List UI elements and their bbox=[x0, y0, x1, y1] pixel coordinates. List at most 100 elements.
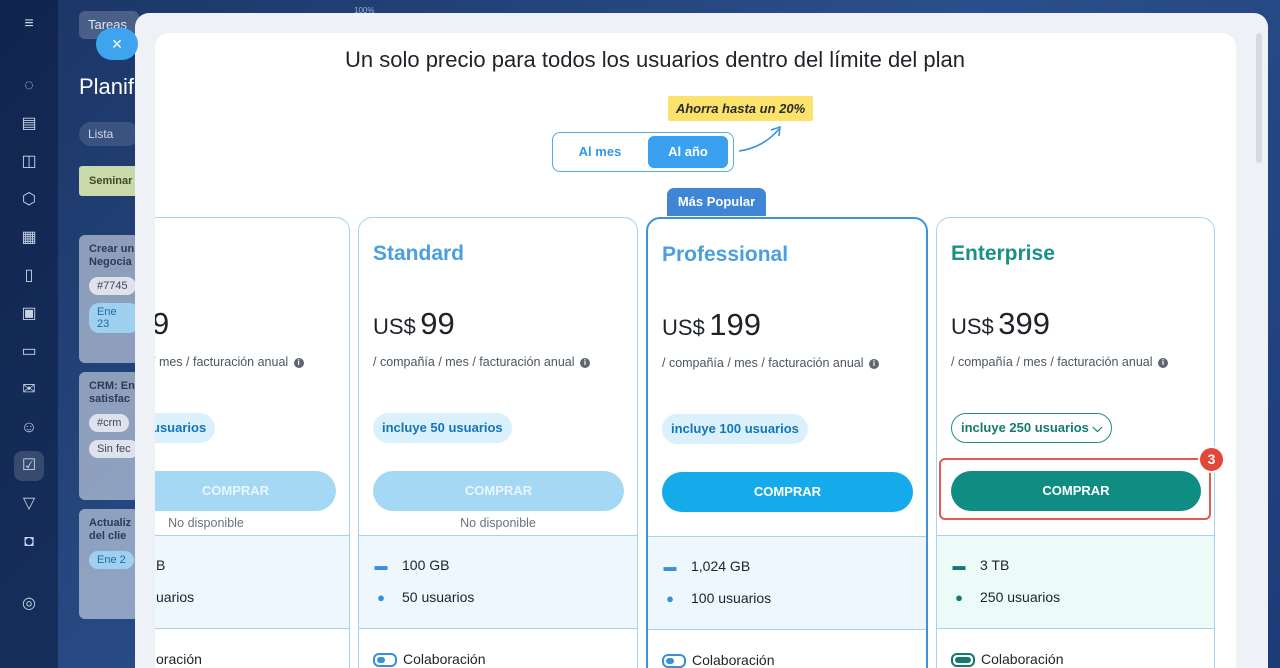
users-feature: ● 50 usuarios bbox=[373, 589, 474, 605]
users-selector-dropdown[interactable]: incluye 250 usuarios ⌵ bbox=[951, 413, 1113, 443]
collaboration-feature: Colaboración bbox=[662, 652, 775, 668]
robot-icon[interactable]: ◘ bbox=[19, 532, 39, 552]
menu-icon[interactable]: ≡ bbox=[19, 14, 39, 34]
billing-note-text: / compañía / mes / facturación anual bbox=[373, 355, 575, 369]
calendar-icon[interactable]: ▦ bbox=[19, 228, 39, 248]
storage-icon: ▬ bbox=[663, 559, 677, 574]
plan-card-enterprise: Enterprise US$ 399 / compañía / mes / fa… bbox=[936, 217, 1215, 668]
collaboration-feature: oración bbox=[156, 651, 202, 667]
step-highlight-box bbox=[939, 458, 1211, 520]
billing-note: / compañía / mes / facturación anual i bbox=[662, 356, 879, 370]
plan-name: Professional bbox=[662, 243, 789, 266]
toggle-icon bbox=[373, 653, 397, 668]
collaboration-feature: Colaboración bbox=[951, 651, 1064, 668]
toggle-yearly[interactable]: Al año bbox=[648, 136, 728, 168]
info-icon[interactable]: i bbox=[1157, 357, 1168, 368]
info-icon[interactable]: i bbox=[579, 357, 590, 368]
view-list-pill[interactable]: Lista bbox=[79, 122, 139, 146]
plan-features: ▬ 1,024 GB ● 100 usuarios bbox=[648, 536, 926, 630]
step-number-badge: 3 bbox=[1198, 446, 1225, 473]
toggle-icon bbox=[662, 654, 686, 668]
storage-icon: ▬ bbox=[374, 558, 388, 573]
billing-note-text: / mes / facturación anual bbox=[155, 355, 289, 369]
task-card-date: Sin fec bbox=[89, 440, 139, 458]
card-icon[interactable]: ▭ bbox=[19, 342, 39, 362]
activity-icon[interactable]: ◌ bbox=[19, 76, 39, 96]
task-card[interactable]: CRM: En satisfac #crm Sin fec bbox=[79, 372, 139, 500]
plan-price: US$ 199 bbox=[662, 307, 761, 343]
task-card-date: Ene 2 bbox=[89, 551, 134, 569]
task-card-tag: #7745 bbox=[89, 277, 136, 295]
chat-icon[interactable]: ◫ bbox=[19, 152, 39, 172]
price-amount: 99 bbox=[420, 306, 455, 341]
tasks-icon[interactable]: ☑ bbox=[14, 451, 44, 481]
task-card-title: Crear un bbox=[89, 243, 135, 255]
price-amount: 9 bbox=[155, 306, 169, 341]
plan-features: ▬ 3 TB ● 250 usuarios bbox=[937, 535, 1214, 629]
buy-button[interactable]: COMPRAR bbox=[155, 471, 336, 511]
price-amount: 399 bbox=[998, 306, 1050, 341]
settings-icon[interactable]: ◎ bbox=[19, 594, 39, 614]
task-card-title: Actualiz bbox=[89, 517, 132, 529]
billing-period-toggle: Al mes Al año bbox=[552, 132, 734, 172]
plan-price: 9 bbox=[155, 306, 169, 342]
price-currency: US$ bbox=[662, 315, 705, 340]
users-feature: ● 250 usuarios bbox=[951, 589, 1060, 605]
savings-badge: Ahorra hasta un 20% bbox=[668, 96, 813, 121]
storage-feature: ▬ 100 GB bbox=[374, 557, 450, 573]
users-included-pill: incluye 100 usuarios bbox=[662, 414, 808, 444]
task-card[interactable]: Crear un Negocia #7745 Ene 23 bbox=[79, 235, 139, 363]
close-button[interactable]: × bbox=[96, 28, 138, 60]
task-card-title: del clie bbox=[89, 530, 127, 542]
mail-icon[interactable]: ✉ bbox=[19, 380, 39, 400]
modal-scrollbar[interactable] bbox=[1256, 33, 1262, 163]
price-currency: US$ bbox=[373, 314, 416, 339]
billing-note: / compañía / mes / facturación anual i bbox=[951, 355, 1168, 369]
billing-note-text: / compañía / mes / facturación anual bbox=[662, 356, 864, 370]
plan-price: US$ 399 bbox=[951, 306, 1050, 342]
users-feature: ● 100 usuarios bbox=[662, 590, 771, 606]
plan-card-basic: 9 / mes / facturación anual i usuarios C… bbox=[155, 217, 350, 668]
task-card-title: Negocia bbox=[89, 256, 132, 268]
billing-note-text: / compañía / mes / facturación anual bbox=[951, 355, 1153, 369]
left-sidebar: ≡ ◌ ▤ ◫ ⬡ ▦ ▯ ▣ ▭ ✉ ☺ ☑ ▽ ◘ ◎ bbox=[0, 0, 58, 668]
billing-note: / compañía / mes / facturación anual i bbox=[373, 355, 590, 369]
plan-name: Standard bbox=[373, 242, 465, 265]
users-included-pill: incluye 50 usuarios bbox=[373, 413, 512, 443]
users-feature: uarios bbox=[156, 589, 195, 605]
not-available-label: No disponible bbox=[168, 516, 244, 530]
billing-note: / mes / facturación anual i bbox=[155, 355, 304, 369]
plan-features: ▬ 100 GB ● 50 usuarios bbox=[359, 535, 637, 629]
pricing-modal: Un solo precio para todos los usuarios d… bbox=[155, 33, 1236, 668]
chevron-down-icon: ⌵ bbox=[1092, 420, 1103, 435]
storage-feature: B bbox=[156, 557, 166, 573]
collaboration-feature: Colaboración bbox=[373, 651, 486, 668]
task-card[interactable]: Actualiz del clie Ene 2 bbox=[79, 509, 139, 619]
toggle-monthly[interactable]: Al mes bbox=[559, 136, 641, 168]
storage-feature: ▬ 1,024 GB bbox=[663, 558, 751, 574]
feed-icon[interactable]: ▤ bbox=[19, 114, 39, 134]
info-icon[interactable]: i bbox=[293, 357, 304, 368]
toggle-icon bbox=[951, 653, 975, 668]
not-available-label: No disponible bbox=[460, 516, 536, 530]
hexagon-icon[interactable]: ⬡ bbox=[19, 190, 39, 210]
user-icon: ● bbox=[666, 591, 674, 606]
users-included-pill: usuarios bbox=[155, 413, 216, 443]
task-card-date: Ene 23 bbox=[89, 303, 139, 333]
plan-card-standard: Standard US$ 99 / compañía / mes / factu… bbox=[358, 217, 638, 668]
task-card-title: satisfac bbox=[89, 393, 130, 405]
filter-icon[interactable]: ▽ bbox=[19, 494, 39, 514]
price-amount: 199 bbox=[709, 307, 761, 342]
user-icon: ● bbox=[955, 590, 963, 605]
buy-button[interactable]: COMPRAR bbox=[373, 471, 624, 511]
contacts-icon[interactable]: ☺ bbox=[19, 418, 39, 438]
plan-features: B uarios bbox=[155, 535, 349, 629]
price-currency: US$ bbox=[951, 314, 994, 339]
modal-title: Un solo precio para todos los usuarios d… bbox=[344, 47, 966, 72]
document-icon[interactable]: ▯ bbox=[19, 266, 39, 286]
board-icon[interactable]: ▣ bbox=[19, 304, 39, 324]
storage-icon: ▬ bbox=[952, 558, 966, 573]
info-icon[interactable]: i bbox=[868, 358, 879, 369]
users-selector-label: incluye 250 usuarios bbox=[961, 420, 1089, 435]
buy-button[interactable]: COMPRAR bbox=[662, 472, 913, 512]
